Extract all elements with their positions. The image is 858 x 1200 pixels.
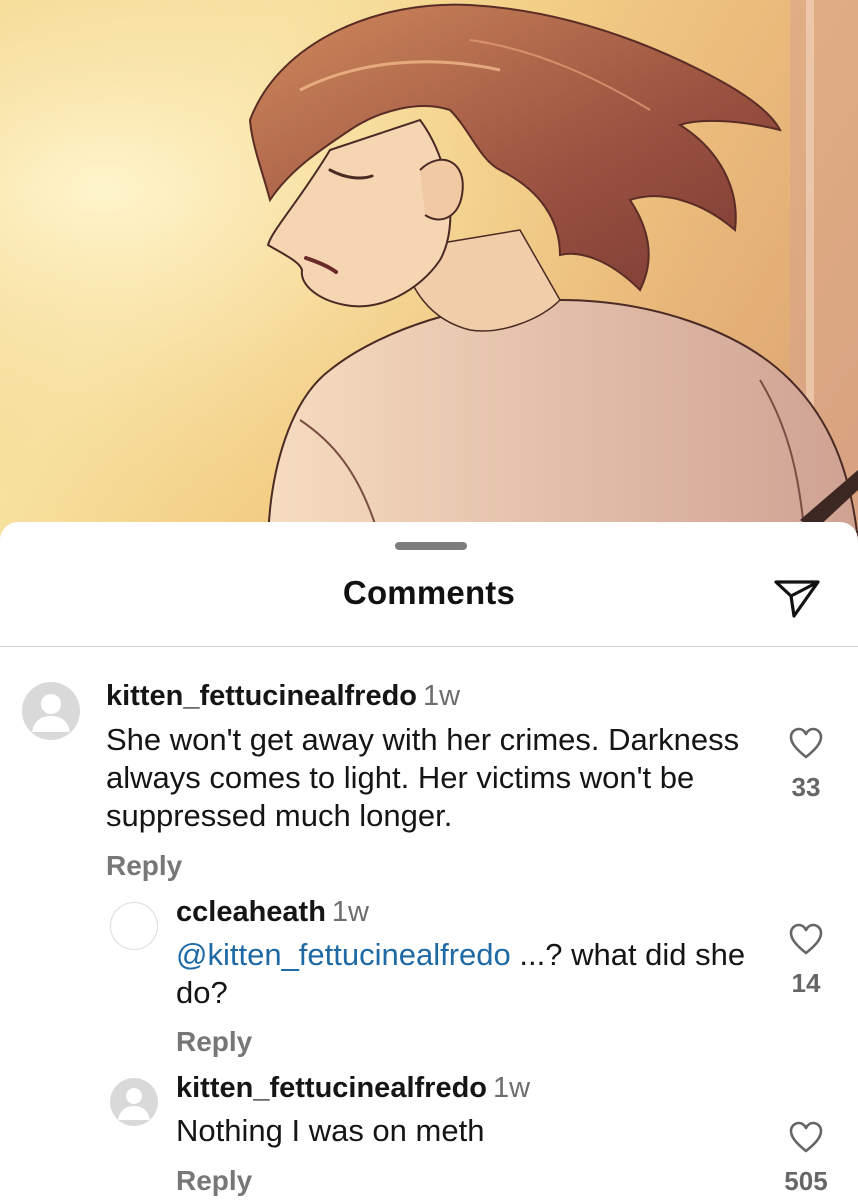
username[interactable]: ccleaheath [176,896,326,928]
timestamp: 1w [331,896,369,928]
timestamp: 1w [423,680,461,712]
mention-link[interactable]: @kitten_fettucinealfredo [176,937,511,972]
heart-outline-icon[interactable] [788,726,824,760]
default-user-icon [32,694,70,732]
default-user-icon [118,1088,150,1120]
post-image [0,0,858,540]
comment-text: Nothing I was on meth [176,1113,485,1148]
like-count: 505 [784,1166,828,1196]
username[interactable]: kitten_fettucinealfredo [176,1072,487,1104]
paper-plane-icon [774,580,820,618]
like-count: 14 [791,968,821,998]
comment-meta: ccleaheath 1w [176,896,369,929]
reply-button[interactable]: Reply [106,850,182,882]
anime-illustration [0,0,858,540]
avatar[interactable] [22,682,80,740]
avatar[interactable] [110,902,158,950]
sheet-title: Comments [342,574,516,611]
comment-meta: kitten_fettucinealfredo 1w [176,1072,530,1105]
comment-meta: kitten_fettucinealfredo 1w [106,680,460,713]
like-control: 33 [776,726,836,803]
like-control: 505 [776,1120,836,1197]
like-control: 14 [776,922,836,999]
divider [0,646,858,647]
avatar[interactable] [110,1078,158,1126]
share-button[interactable] [770,576,824,620]
comment-text: @kitten_fettucinealfredo ...? what did s… [176,936,766,1012]
comments-sheet: Comments kitten_fettucinealfredo 1w She w… [0,522,858,1200]
timestamp: 1w [493,1072,531,1104]
like-count: 33 [791,772,821,802]
reply-button[interactable]: Reply [176,1165,252,1197]
heart-outline-icon[interactable] [788,922,824,956]
sheet-drag-handle[interactable] [395,542,467,550]
username[interactable]: kitten_fettucinealfredo [106,680,417,712]
heart-outline-icon[interactable] [788,1120,824,1154]
comment-text: She won't get away with her crimes. Dark… [106,722,740,833]
reply-button[interactable]: Reply [176,1026,252,1058]
